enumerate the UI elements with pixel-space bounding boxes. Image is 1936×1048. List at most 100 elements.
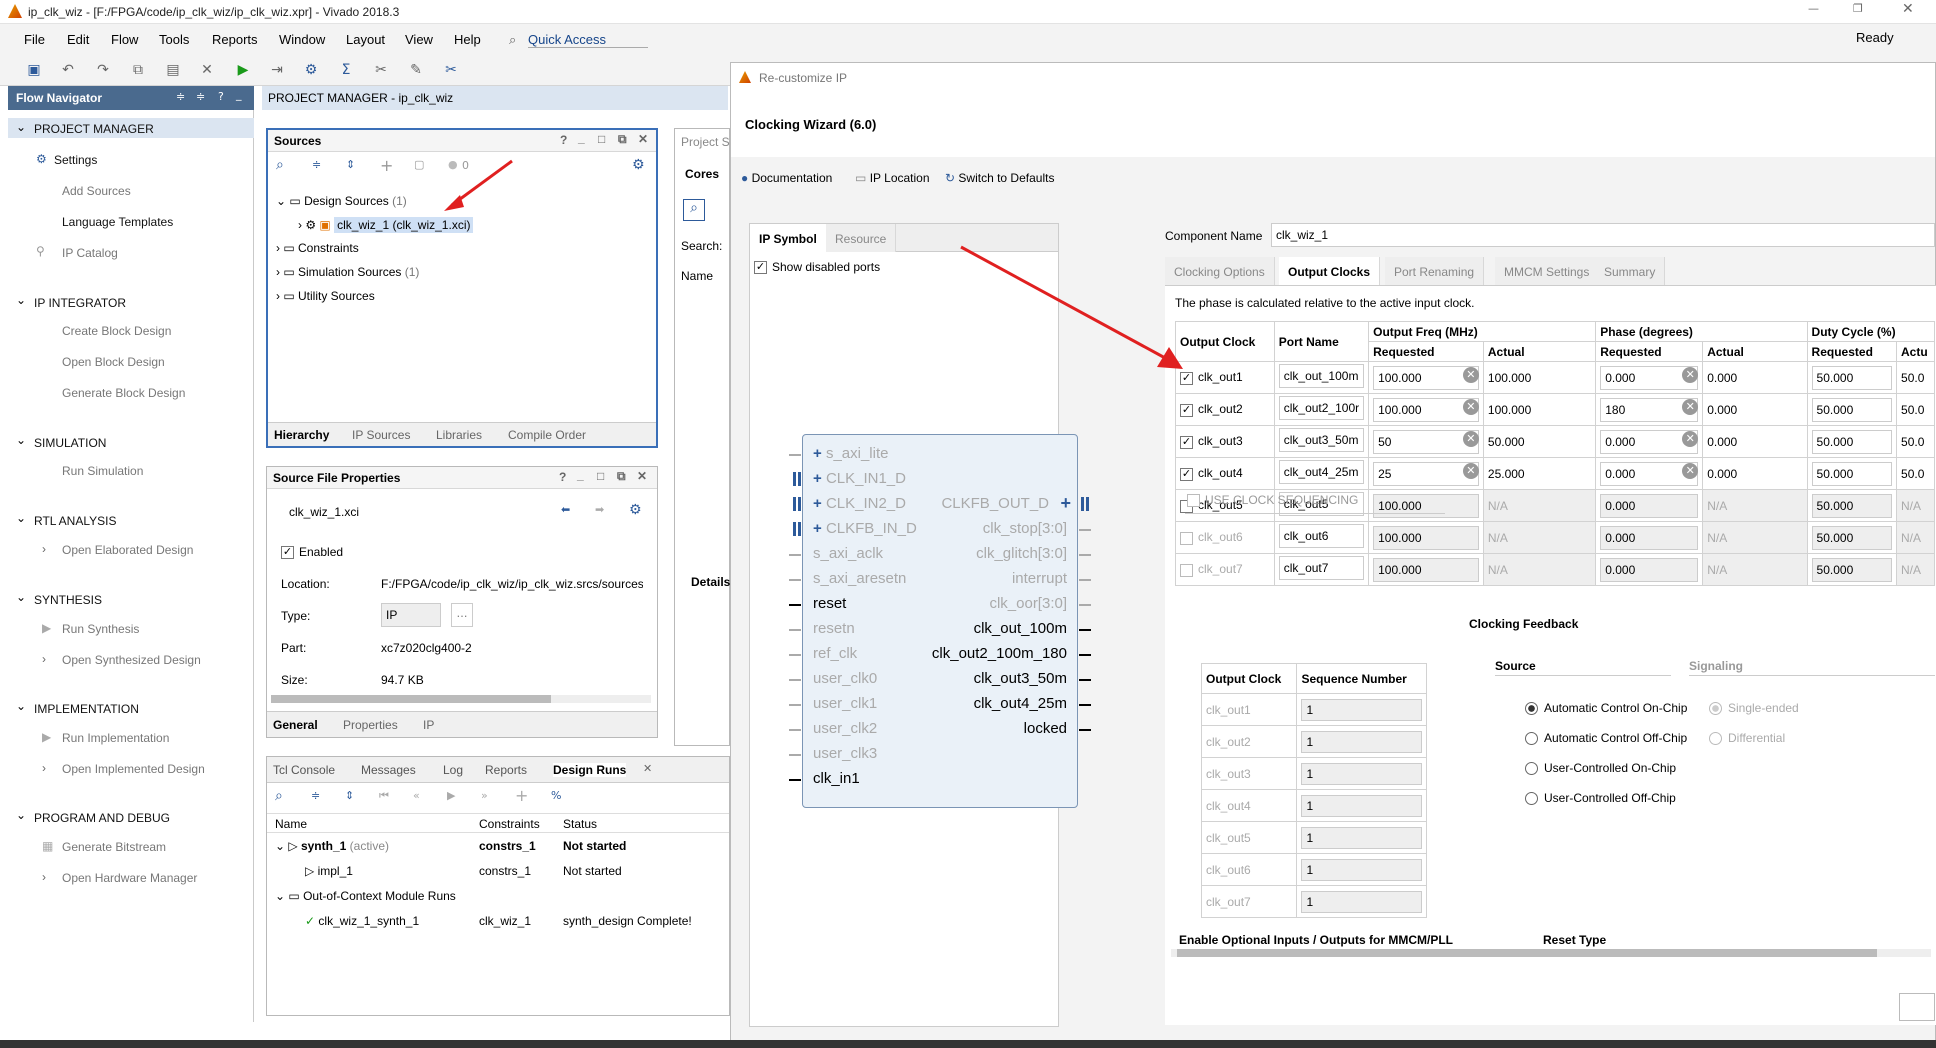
- nav-open-implemented-design[interactable]: Open Implemented Design: [62, 762, 205, 776]
- run-row-impl-1[interactable]: ▷ impl_1 constrs_1 Not started: [305, 864, 725, 878]
- seq-number-input[interactable]: 1: [1301, 826, 1422, 849]
- redo-icon[interactable]: ↷: [95, 62, 111, 78]
- phase-requested-input[interactable]: 0.000: [1600, 557, 1699, 582]
- checkbox-unchecked-icon[interactable]: [1180, 563, 1193, 577]
- play-icon[interactable]: ▶: [447, 789, 455, 802]
- expand-all-icon[interactable]: ⇕: [345, 789, 354, 802]
- nav-open-elaborated-design[interactable]: Open Elaborated Design: [62, 543, 193, 557]
- chevron-down-icon[interactable]: ⌄: [16, 433, 26, 447]
- help-icon[interactable]: ?: [218, 90, 224, 103]
- restore-panel-icon[interactable]: □: [597, 469, 604, 483]
- clock-enable-cell[interactable]: ✓ clk_out3: [1175, 425, 1275, 458]
- menu-window[interactable]: Window: [279, 32, 325, 47]
- tab-reports[interactable]: Reports: [485, 763, 527, 777]
- nav-run-synthesis[interactable]: Run Synthesis: [62, 622, 139, 636]
- checkbox-checked-icon[interactable]: ✓: [1180, 403, 1193, 417]
- menu-flow[interactable]: Flow: [111, 32, 138, 47]
- nav-open-hardware-manager[interactable]: Open Hardware Manager: [62, 871, 197, 885]
- chevron-down-icon[interactable]: ⌄: [16, 120, 26, 134]
- search-icon[interactable]: ⌕: [276, 157, 284, 173]
- chevron-right-icon[interactable]: ›: [42, 542, 46, 556]
- chevron-down-icon[interactable]: ⌄: [16, 511, 26, 525]
- freq-requested-input[interactable]: 100.000: [1373, 525, 1479, 550]
- clear-icon[interactable]: ✕: [1462, 431, 1479, 447]
- duty-requested-input[interactable]: 50.000: [1811, 365, 1893, 390]
- settings-gear-icon[interactable]: ⚙: [303, 62, 319, 78]
- tree-design-sources[interactable]: ⌄ ▭ Design Sources (1): [276, 194, 407, 208]
- radio-user-off-chip[interactable]: User-Controlled Off-Chip: [1525, 791, 1676, 806]
- seq-number-input[interactable]: 1: [1301, 890, 1422, 913]
- settings-gear-icon[interactable]: ⚙: [632, 157, 645, 173]
- delete-icon[interactable]: ✕: [199, 62, 215, 78]
- tool-icon[interactable]: ✂: [373, 62, 389, 78]
- chevron-down-icon[interactable]: ⌄: [16, 808, 26, 822]
- tab-tcl-console[interactable]: Tcl Console: [273, 763, 335, 777]
- nav-settings[interactable]: Settings: [54, 153, 97, 167]
- radio-auto-off-chip[interactable]: Automatic Control Off-Chip: [1525, 731, 1687, 746]
- seq-number-input[interactable]: 1: [1301, 794, 1422, 817]
- tree-utility-sources[interactable]: › ▭ Utility Sources: [276, 289, 375, 303]
- close-window-icon[interactable]: ✕: [1902, 1, 1914, 17]
- tab-resource[interactable]: Resource: [826, 224, 897, 252]
- minimize-panel-icon[interactable]: _: [236, 88, 242, 101]
- minimize-panel-icon[interactable]: _: [578, 131, 585, 145]
- clock-enable-cell[interactable]: clk_out6: [1175, 521, 1275, 554]
- pen-icon[interactable]: ✎: [408, 62, 424, 78]
- duty-requested-input[interactable]: 50.000: [1811, 461, 1893, 486]
- nav-generate-bitstream[interactable]: Generate Bitstream: [62, 840, 166, 854]
- duty-requested-input[interactable]: 50.000: [1811, 397, 1893, 422]
- horizontal-scrollbar[interactable]: [271, 695, 651, 703]
- freq-requested-input[interactable]: 100.000: [1373, 557, 1479, 582]
- tab-messages[interactable]: Messages: [361, 763, 416, 777]
- clear-icon[interactable]: ✕: [1462, 367, 1479, 383]
- section-ip-integrator[interactable]: IP INTEGRATOR: [34, 296, 126, 310]
- open-project-icon[interactable]: ▣: [26, 62, 42, 78]
- radio-auto-on-chip[interactable]: Automatic Control On-Chip: [1525, 701, 1687, 716]
- tab-summary[interactable]: Summary: [1595, 257, 1666, 285]
- tab-port-renaming[interactable]: Port Renaming: [1385, 257, 1485, 285]
- search-icon[interactable]: ⌕: [275, 788, 283, 804]
- checkbox-checked-icon[interactable]: ✓: [1180, 467, 1193, 481]
- port-name-input[interactable]: clk_out4_25m: [1278, 460, 1365, 484]
- run-row-synth-1[interactable]: ⌄ ▷ synth_1 (active) constrs_1 Not started: [275, 839, 725, 853]
- clock-enable-cell[interactable]: ✓ clk_out4: [1175, 457, 1275, 490]
- port-name-input[interactable]: clk_out_100m: [1278, 364, 1365, 388]
- add-icon[interactable]: +: [515, 786, 528, 805]
- show-disabled-ports[interactable]: ✓ Show disabled ports: [754, 260, 880, 275]
- prev-icon[interactable]: «: [413, 789, 420, 802]
- section-synthesis[interactable]: SYNTHESIS: [34, 593, 102, 607]
- checkbox-unchecked-icon[interactable]: [1180, 531, 1193, 545]
- menu-tools[interactable]: Tools: [159, 32, 189, 47]
- duty-requested-input[interactable]: 50.000: [1811, 525, 1893, 550]
- cut-icon[interactable]: ✂: [443, 62, 459, 78]
- ellipsis-button[interactable]: …: [451, 603, 473, 627]
- clear-icon[interactable]: ✕: [1462, 399, 1479, 415]
- dialog-ok-button[interactable]: [1899, 993, 1935, 1021]
- menu-edit[interactable]: Edit: [67, 32, 89, 47]
- clear-icon[interactable]: ✕: [1462, 463, 1479, 479]
- tab-mmcm-settings[interactable]: MMCM Settings: [1495, 257, 1600, 285]
- maximize-icon[interactable]: ❐: [1853, 2, 1863, 15]
- port-name-input[interactable]: clk_out3_50m: [1278, 428, 1365, 452]
- checkbox-checked-icon[interactable]: ✓: [1180, 435, 1193, 449]
- run-icon[interactable]: ▶: [235, 62, 251, 78]
- step-icon[interactable]: ⇥: [269, 62, 285, 78]
- port-name-input[interactable]: clk_out6: [1278, 524, 1365, 548]
- clock-enable-cell[interactable]: clk_out7: [1175, 553, 1275, 586]
- section-simulation[interactable]: SIMULATION: [34, 436, 106, 450]
- tab-libraries[interactable]: Libraries: [436, 428, 482, 442]
- sigma-icon[interactable]: Σ: [338, 62, 354, 78]
- nav-generate-block-design[interactable]: Generate Block Design: [62, 386, 185, 400]
- enabled-checkbox[interactable]: ✓ Enabled: [281, 545, 343, 560]
- run-row-clk-wiz-synth[interactable]: ✓ clk_wiz_1_synth_1 clk_wiz_1 synth_design…: [305, 914, 725, 928]
- section-program-and-debug[interactable]: PROGRAM AND DEBUG: [34, 811, 170, 825]
- chevron-down-icon[interactable]: ⌄: [16, 293, 26, 307]
- seq-number-input[interactable]: 1: [1301, 762, 1422, 785]
- collapse-all-icon[interactable]: ≑: [312, 158, 321, 171]
- first-icon[interactable]: ⏮: [379, 789, 389, 803]
- horizontal-scrollbar[interactable]: [1171, 949, 1931, 957]
- undo-icon[interactable]: ↶: [60, 62, 76, 78]
- close-tab-icon[interactable]: ✕: [643, 762, 652, 775]
- duty-requested-input[interactable]: 50.000: [1811, 557, 1893, 582]
- scrollbar-thumb[interactable]: [271, 695, 551, 703]
